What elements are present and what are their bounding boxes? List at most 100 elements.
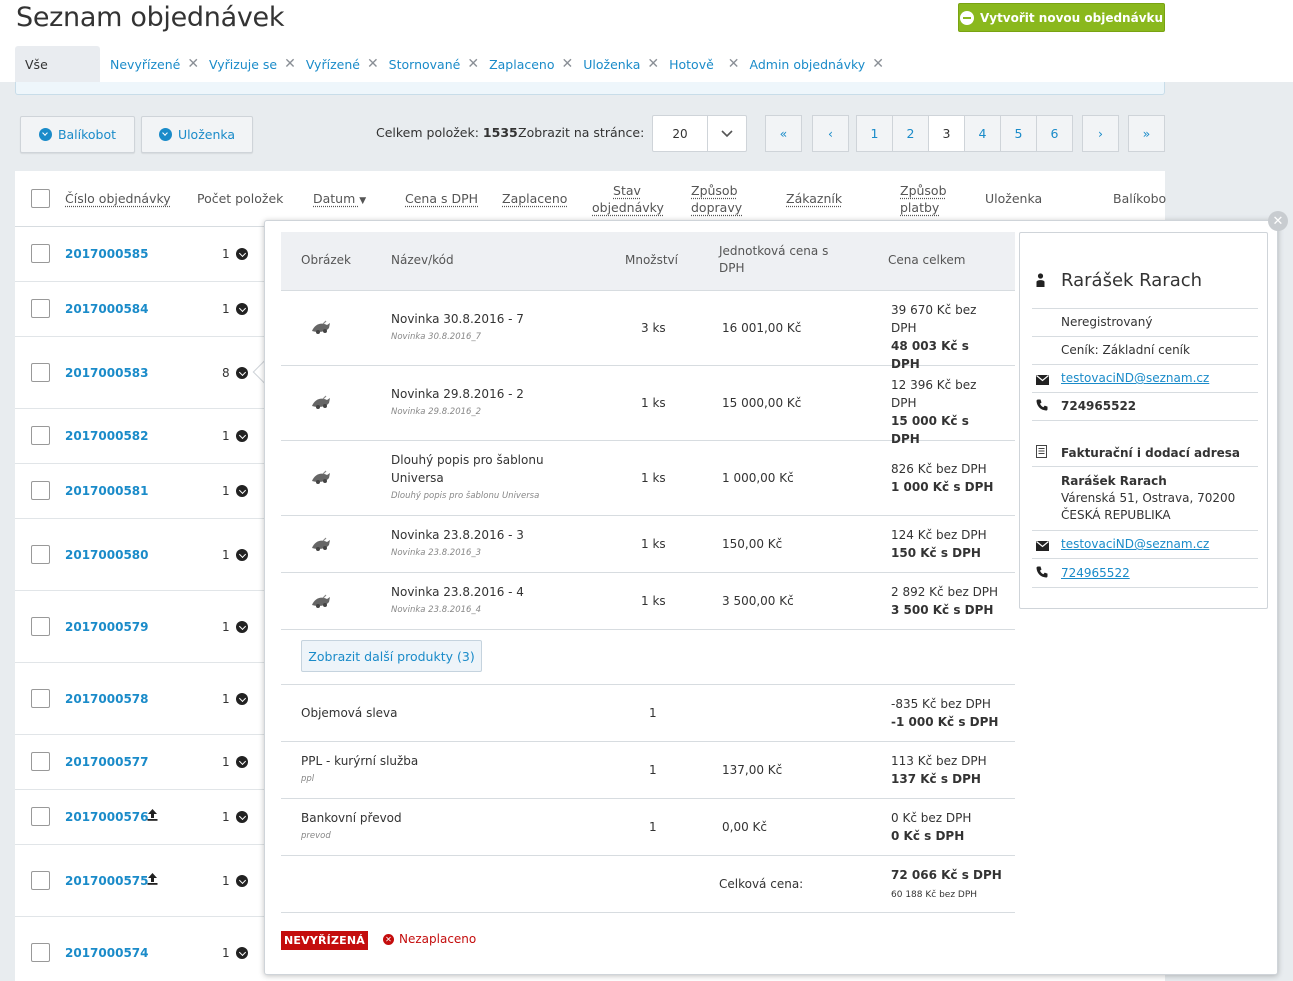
product-thumbnail[interactable] xyxy=(309,394,333,410)
order-number-link[interactable]: 2017000580 xyxy=(65,548,149,562)
col-date[interactable]: Datum ▼ xyxy=(313,190,366,210)
page-4-button[interactable]: 4 xyxy=(964,115,1001,152)
show-more-products-button[interactable]: Zobrazit další produkty (3) xyxy=(301,640,482,672)
table-row[interactable]: 2017000585 1 xyxy=(15,227,265,282)
table-row[interactable]: 2017000578 1 xyxy=(15,663,265,735)
page-3-button[interactable]: 3 xyxy=(928,115,965,152)
page-6-button[interactable]: 6 xyxy=(1036,115,1073,152)
product-thumbnail[interactable] xyxy=(309,319,333,335)
chevron-down-circle-icon[interactable] xyxy=(236,549,248,561)
chevron-down-icon[interactable] xyxy=(708,116,746,151)
chevron-down-circle-icon[interactable] xyxy=(236,367,248,379)
chevron-down-circle-icon[interactable] xyxy=(236,811,248,823)
order-number-link[interactable]: 2017000585 xyxy=(65,247,149,261)
row-checkbox[interactable] xyxy=(31,617,50,636)
chevron-down-circle-icon[interactable] xyxy=(236,248,248,260)
table-row[interactable]: 2017000583 8 xyxy=(15,337,265,409)
row-checkbox[interactable] xyxy=(31,244,50,263)
chevron-down-circle-icon[interactable] xyxy=(236,875,248,887)
chevron-down-circle-icon[interactable] xyxy=(236,430,248,442)
col-order-number[interactable]: Číslo objednávky xyxy=(65,190,171,207)
customer-email-link[interactable]: testovaciND@seznam.cz xyxy=(1061,371,1209,385)
product-thumbnail[interactable] xyxy=(309,536,333,552)
address-email-link[interactable]: testovaciND@seznam.cz xyxy=(1061,537,1209,551)
col-paid[interactable]: Zaplaceno xyxy=(502,190,567,207)
page-1-button[interactable]: 1 xyxy=(856,115,893,152)
row-checkbox[interactable] xyxy=(31,752,50,771)
close-icon[interactable]: ✕ xyxy=(467,56,479,72)
order-number-link[interactable]: 2017000576 xyxy=(65,810,149,824)
close-icon[interactable]: ✕ xyxy=(367,56,379,72)
order-number-link[interactable]: 2017000582 xyxy=(65,429,149,443)
order-number-link[interactable]: 2017000575 xyxy=(65,874,149,888)
page-next-button[interactable]: › xyxy=(1082,115,1119,152)
balikobot-button[interactable]: Balíkobot xyxy=(20,116,135,153)
chevron-down-circle-icon[interactable] xyxy=(236,947,248,959)
close-icon[interactable]: ✕ xyxy=(647,56,659,72)
page-2-button[interactable]: 2 xyxy=(892,115,929,152)
row-checkbox[interactable] xyxy=(31,689,50,708)
close-popup-icon[interactable]: ✕ xyxy=(1268,211,1288,231)
tab-unprocessed[interactable]: Nevyřízené ✕ xyxy=(100,46,199,82)
table-row[interactable]: 2017000580 1 xyxy=(15,519,265,591)
col-shipping[interactable]: Způsob dopravy xyxy=(691,182,742,216)
chevron-down-circle-icon[interactable] xyxy=(236,756,248,768)
table-row[interactable]: 2017000577 1 xyxy=(15,735,265,790)
chevron-down-circle-icon[interactable] xyxy=(236,693,248,705)
ulozenka-button[interactable]: Uloženka xyxy=(141,116,253,153)
order-number-link[interactable]: 2017000583 xyxy=(65,366,149,380)
close-icon[interactable]: ✕ xyxy=(728,56,740,72)
table-row[interactable]: 2017000575 1 xyxy=(15,845,265,917)
col-status[interactable]: Stav objednávky xyxy=(592,182,664,216)
order-number-link[interactable]: 2017000578 xyxy=(65,692,149,706)
close-icon[interactable]: ✕ xyxy=(187,56,199,72)
chevron-down-circle-icon[interactable] xyxy=(236,485,248,497)
select-all-checkbox[interactable] xyxy=(31,189,50,208)
row-checkbox[interactable] xyxy=(31,481,50,500)
tab-admin-orders[interactable]: Admin objednávky ✕ xyxy=(740,46,884,82)
table-row[interactable]: 2017000574 1 xyxy=(15,917,265,981)
col-payment[interactable]: Způsob platby xyxy=(900,182,947,216)
table-row[interactable]: 2017000584 1 xyxy=(15,282,265,337)
table-row[interactable]: 2017000579 1 xyxy=(15,591,265,663)
per-page-select[interactable]: 20 xyxy=(652,115,747,152)
row-checkbox[interactable] xyxy=(31,299,50,318)
order-number-link[interactable]: 2017000581 xyxy=(65,484,149,498)
page-prev-button[interactable]: ‹ xyxy=(812,115,849,152)
table-row[interactable]: 2017000576 1 xyxy=(15,790,265,845)
tab-paid[interactable]: Zaplaceno ✕ xyxy=(479,46,573,82)
address-title: Fakturační i dodací adresa xyxy=(1061,446,1241,460)
close-icon[interactable]: ✕ xyxy=(284,56,296,72)
product-thumbnail[interactable] xyxy=(309,469,333,485)
chevron-down-circle-icon[interactable] xyxy=(236,303,248,315)
tab-cash[interactable]: Hotově ✕ xyxy=(659,46,739,82)
close-icon[interactable]: ✕ xyxy=(872,56,884,72)
page-last-button[interactable]: » xyxy=(1128,115,1165,152)
product-thumbnail[interactable] xyxy=(309,593,333,609)
row-checkbox[interactable] xyxy=(31,871,50,890)
tab-all[interactable]: Vše xyxy=(15,46,100,82)
tab-cancelled[interactable]: Stornované ✕ xyxy=(379,46,479,82)
row-checkbox[interactable] xyxy=(31,545,50,564)
row-checkbox[interactable] xyxy=(31,807,50,826)
tab-processed[interactable]: Vyřízené ✕ xyxy=(296,46,379,82)
row-checkbox[interactable] xyxy=(31,363,50,382)
new-order-button[interactable]: Vytvořit novou objednávku xyxy=(958,3,1165,32)
table-row[interactable]: 2017000582 1 xyxy=(15,409,265,464)
page-5-button[interactable]: 5 xyxy=(1000,115,1037,152)
row-checkbox[interactable] xyxy=(31,426,50,445)
close-icon[interactable]: ✕ xyxy=(562,56,574,72)
table-row[interactable]: 2017000581 1 xyxy=(15,464,265,519)
order-number-link[interactable]: 2017000579 xyxy=(65,620,149,634)
tab-processing[interactable]: Vyřizuje se ✕ xyxy=(199,46,296,82)
row-checkbox[interactable] xyxy=(31,943,50,962)
tab-ulozenka[interactable]: Uloženka ✕ xyxy=(573,46,659,82)
chevron-down-circle-icon[interactable] xyxy=(236,621,248,633)
col-price[interactable]: Cena s DPH xyxy=(405,190,478,207)
order-number-link[interactable]: 2017000577 xyxy=(65,755,149,769)
order-number-link[interactable]: 2017000574 xyxy=(65,946,149,960)
address-phone-link[interactable]: 724965522 xyxy=(1061,566,1130,580)
page-first-button[interactable]: « xyxy=(765,115,802,152)
order-number-link[interactable]: 2017000584 xyxy=(65,302,149,316)
col-customer[interactable]: Zákazník xyxy=(786,190,842,207)
